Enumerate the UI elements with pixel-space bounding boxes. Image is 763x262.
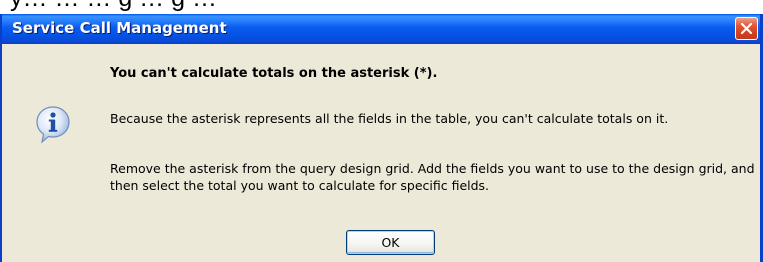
ok-button[interactable]: OK (346, 230, 435, 255)
background-window-strip: y… … … g … g … (0, 0, 763, 14)
close-icon (740, 22, 753, 35)
info-icon (36, 106, 70, 144)
message-heading: You can't calculate totals on the asteri… (110, 66, 438, 81)
background-window-text: y… … … g … g … (10, 0, 217, 13)
window-title: Service Call Management (12, 19, 227, 37)
message-paragraph-2: Remove the asterisk from the query desig… (110, 161, 755, 193)
close-button[interactable] (735, 17, 758, 40)
message-dialog: Service Call Management You can't calcul… (0, 14, 763, 262)
title-bar[interactable]: Service Call Management (2, 14, 760, 44)
message-paragraph-1: Because the asterisk represents all the … (110, 111, 669, 126)
